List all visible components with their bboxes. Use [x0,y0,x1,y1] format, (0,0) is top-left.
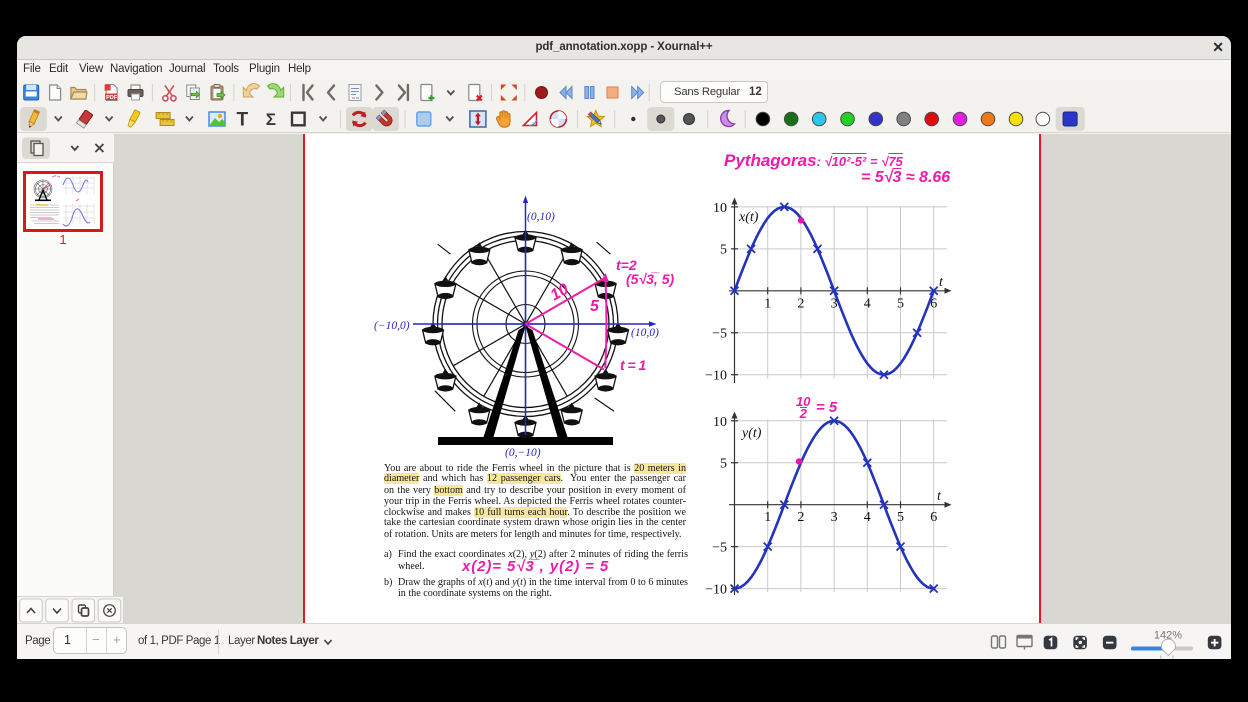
svg-text:3: 3 [831,297,838,312]
svg-text:y(t): y(t) [740,426,762,441]
svg-text:5: 5 [720,243,727,258]
svg-text:10: 10 [713,201,727,216]
svg-text:x(t): x(t) [738,210,759,225]
svg-text:5: 5 [897,510,904,525]
svg-text:1: 1 [764,297,771,312]
svg-text:6: 6 [930,510,937,525]
svg-text:−5: −5 [712,327,727,342]
svg-text:−10: −10 [705,369,727,384]
svg-text:T: T [236,110,248,131]
svg-text:1: 1 [764,510,771,525]
svg-text:6: 6 [930,297,937,312]
svg-text:PDF: PDF [106,95,118,101]
svg-text:t: t [937,489,942,504]
svg-text:10: 10 [713,415,727,430]
svg-text:2: 2 [797,510,804,525]
svg-text:5: 5 [897,297,904,312]
svg-text:3: 3 [831,510,838,525]
svg-text:Σ: Σ [266,110,276,129]
svg-text:4: 4 [864,510,871,525]
svg-text:5: 5 [720,457,727,472]
svg-text:−5: −5 [712,541,727,556]
svg-text:4: 4 [864,297,871,312]
svg-text:2: 2 [797,297,804,312]
svg-text:t: t [939,275,944,290]
svg-text:−10: −10 [705,583,727,598]
